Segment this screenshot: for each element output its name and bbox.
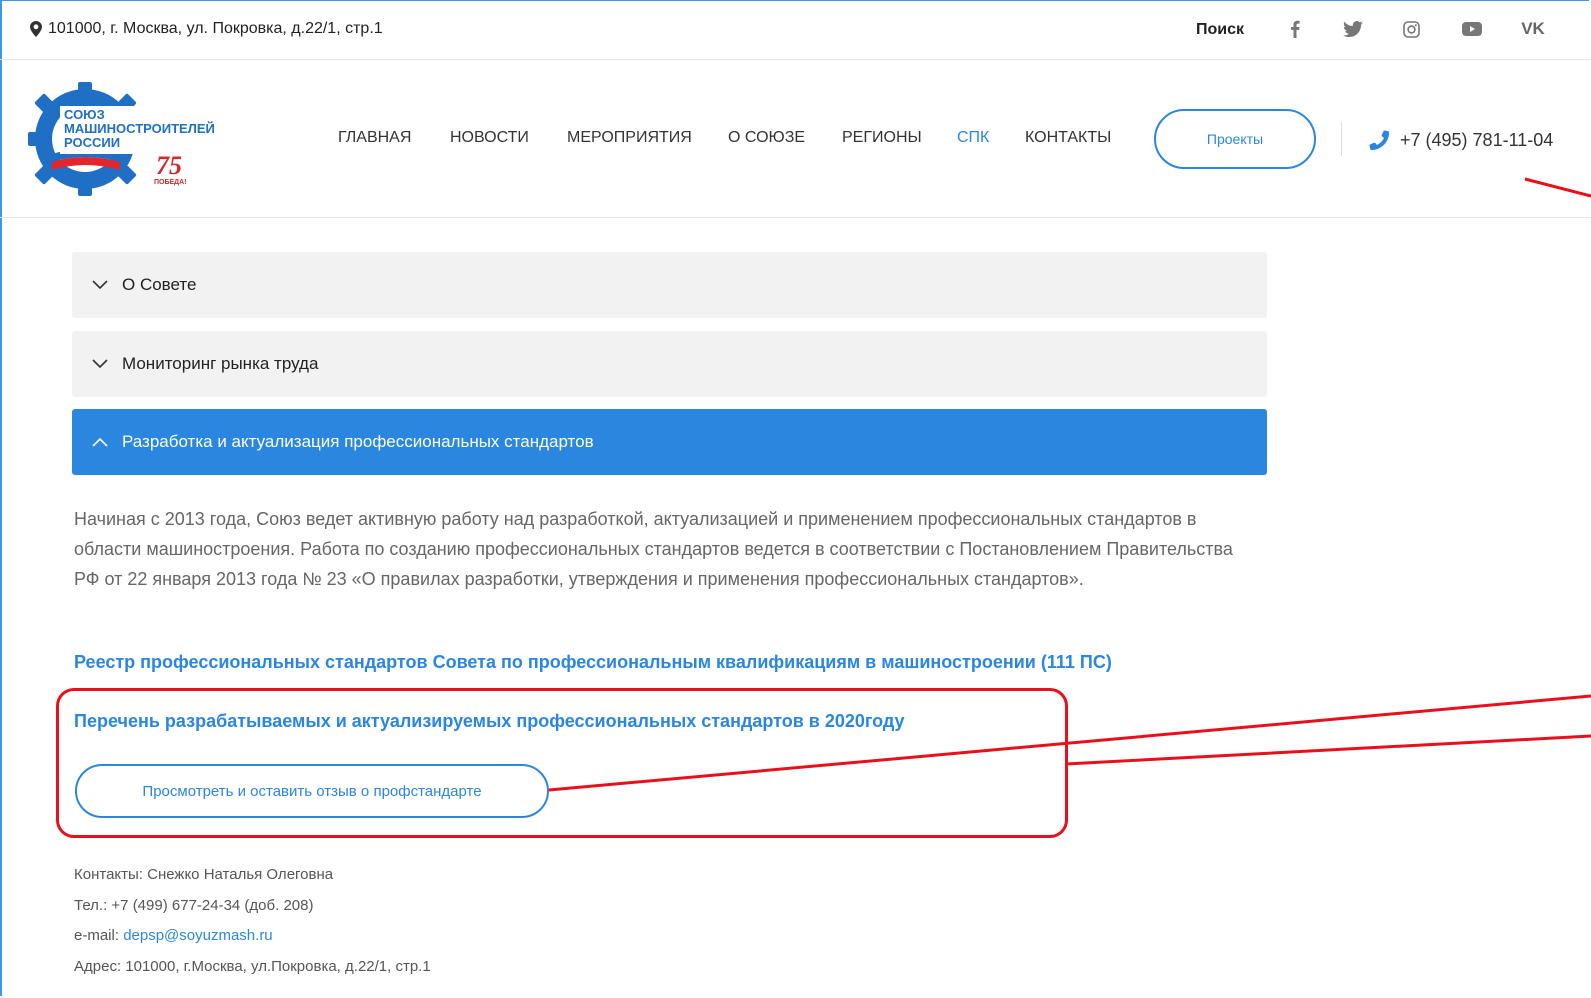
facebook-icon[interactable]: [1282, 16, 1308, 42]
nav-item-spk[interactable]: СПК: [957, 129, 989, 147]
contact-person: Контакты: Снежко Наталья Олеговна: [74, 866, 334, 883]
nav-item-home[interactable]: ГЛАВНАЯ: [338, 129, 411, 147]
phone-icon: [1369, 130, 1390, 151]
address-text: 101000, г. Москва, ул. Покровка, д.22/1,…: [48, 20, 383, 37]
logo-badge-number: 75: [156, 151, 182, 180]
chevron-up-icon: [92, 437, 108, 447]
map-pin-icon: [30, 21, 42, 37]
accordion-labor-monitoring[interactable]: Мониторинг рынка труда: [72, 331, 1267, 397]
nav-item-news[interactable]: НОВОСТИ: [450, 129, 529, 147]
address-block: 101000, г. Москва, ул. Покровка, д.22/1,…: [30, 20, 383, 38]
logo-line2: МАШИНОСТРОИТЕЛЕЙ: [64, 121, 215, 136]
logo-line3: РОССИИ: [64, 135, 120, 150]
annotation-arrow: [1065, 734, 1591, 766]
contact-email-label: e-mail:: [74, 927, 124, 944]
twitter-icon[interactable]: [1340, 16, 1366, 42]
annotation-highlight-box: [56, 688, 1068, 838]
accordion-label: О Совете: [122, 275, 197, 294]
standards-description: Начиная с 2013 года, Союз ведет активную…: [74, 509, 1233, 589]
registry-link[interactable]: Реестр профессиональных стандартов Совет…: [74, 652, 1112, 673]
header-phone[interactable]: +7 (495) 781-11-04: [1368, 129, 1553, 151]
chevron-down-icon: [92, 359, 108, 369]
logo[interactable]: СОЮЗ МАШИНОСТРОИТЕЛЕЙ РОССИИ 75 ПОБЕДА!: [28, 82, 218, 197]
contact-email-row: e-mail: depsp@soyuzmash.ru: [74, 921, 431, 952]
search-link[interactable]: Поиск: [1196, 21, 1244, 39]
accordion-label: Разработка и актуализация профессиональн…: [122, 432, 594, 451]
nav-item-contacts[interactable]: КОНТАКТЫ: [1025, 129, 1111, 147]
projects-button[interactable]: Проекты: [1154, 109, 1316, 169]
youtube-icon[interactable]: [1459, 16, 1485, 42]
contact-address: Адрес: 101000, г.Москва, ул.Покровка, д.…: [74, 957, 431, 975]
top-bar: 101000, г. Москва, ул. Покровка, д.22/1,…: [0, 0, 1591, 60]
nav-item-events[interactable]: МЕРОПРИЯТИЯ: [567, 129, 692, 147]
contact-phone: Тел.: +7 (499) 677-24-34 (доб. 208): [74, 896, 314, 914]
nav-item-about[interactable]: О СОЮЗЕ: [728, 129, 805, 147]
nav-item-regions[interactable]: РЕГИОНЫ: [842, 129, 922, 147]
chevron-down-icon: [92, 280, 108, 290]
header-divider: [1341, 122, 1342, 156]
contact-email-link[interactable]: depsp@soyuzmash.ru: [123, 927, 272, 944]
contacts-block: Контакты: Снежко Наталья Олеговна Тел.: …: [74, 860, 431, 982]
logo-badge-word: ПОБЕДА!: [154, 179, 187, 186]
vk-icon[interactable]: VK: [1520, 16, 1546, 42]
accordion-label: Мониторинг рынка труда: [122, 354, 319, 373]
accordion-standards-development[interactable]: Разработка и актуализация профессиональн…: [72, 409, 1267, 475]
accordion-about-council[interactable]: О Совете: [72, 252, 1267, 318]
instagram-icon[interactable]: [1398, 16, 1424, 42]
header-phone-text: +7 (495) 781-11-04: [1400, 129, 1554, 150]
logo-line1: СОЮЗ: [64, 107, 105, 122]
